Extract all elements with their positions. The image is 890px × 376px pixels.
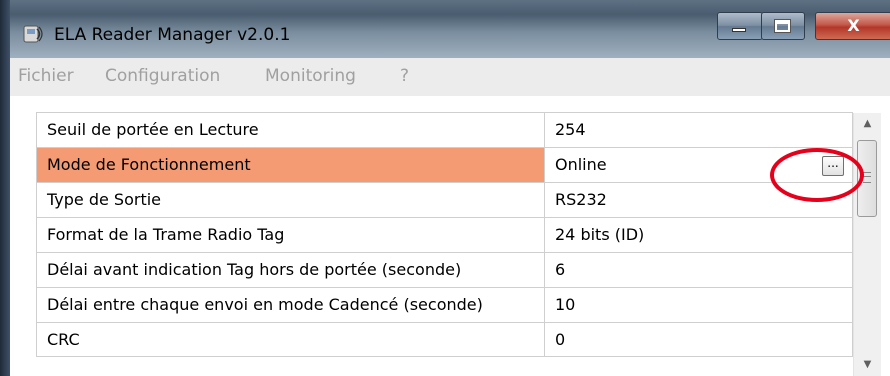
property-label: Mode de Fonctionnement <box>36 148 545 182</box>
property-label: Seuil de portée en Lecture <box>36 113 545 147</box>
window-title: ELA Reader Manager v2.0.1 <box>54 25 291 45</box>
property-row[interactable]: Seuil de portée en Lecture 254 <box>36 112 853 147</box>
minimize-button[interactable] <box>717 12 763 40</box>
close-icon: X <box>847 16 860 35</box>
property-row[interactable]: Délai entre chaque envoi en mode Cadencé… <box>36 287 853 322</box>
property-label: Délai entre chaque envoi en mode Cadencé… <box>36 288 545 322</box>
property-value[interactable]: 24 bits (ID) <box>545 218 853 252</box>
app-window: ELA Reader Manager v2.0.1 X Fichier Conf… <box>0 0 890 376</box>
content-area: Seuil de portée en Lecture 254 Mode de F… <box>10 96 890 376</box>
minimize-icon <box>732 28 746 32</box>
menu-monitoring[interactable]: Monitoring <box>265 66 356 86</box>
title-bar[interactable]: ELA Reader Manager v2.0.1 X <box>10 0 890 58</box>
menu-help[interactable]: ? <box>400 66 409 86</box>
property-row[interactable]: Type de Sortie RS232 <box>36 182 853 217</box>
property-row[interactable]: Délai avant indication Tag hors de porté… <box>36 252 853 287</box>
ela-app-icon <box>23 25 43 43</box>
scroll-down-arrow-icon[interactable]: ▼ <box>854 354 881 376</box>
scroll-up-arrow-icon[interactable]: ▲ <box>854 113 881 135</box>
menu-configuration[interactable]: Configuration <box>105 66 220 86</box>
property-row[interactable]: Format de la Trame Radio Tag 24 bits (ID… <box>36 217 853 252</box>
property-value[interactable]: 0 <box>545 323 853 357</box>
close-button[interactable]: X <box>815 12 890 40</box>
property-label: Délai avant indication Tag hors de porté… <box>36 253 545 287</box>
property-label: Format de la Trame Radio Tag <box>36 218 545 252</box>
menu-fichier[interactable]: Fichier <box>18 66 74 86</box>
window-frame-left <box>0 0 10 376</box>
menu-bar: Fichier Configuration Monitoring ? <box>10 58 890 96</box>
property-label: Type de Sortie <box>36 183 545 217</box>
highlight-circle <box>770 148 864 202</box>
property-row-selected[interactable]: Mode de Fonctionnement Online ... <box>36 147 853 182</box>
property-value-text: Online <box>555 155 607 174</box>
vertical-scrollbar[interactable]: ▲ ▼ <box>853 113 881 376</box>
grip-icon <box>863 172 871 183</box>
property-value[interactable]: 10 <box>545 288 853 322</box>
maximize-button[interactable] <box>761 12 805 40</box>
property-row[interactable]: CRC 0 <box>36 322 853 357</box>
maximize-icon <box>774 19 791 33</box>
property-value[interactable]: 254 <box>545 113 853 147</box>
property-value[interactable]: 6 <box>545 253 853 287</box>
property-label: CRC <box>36 323 545 357</box>
